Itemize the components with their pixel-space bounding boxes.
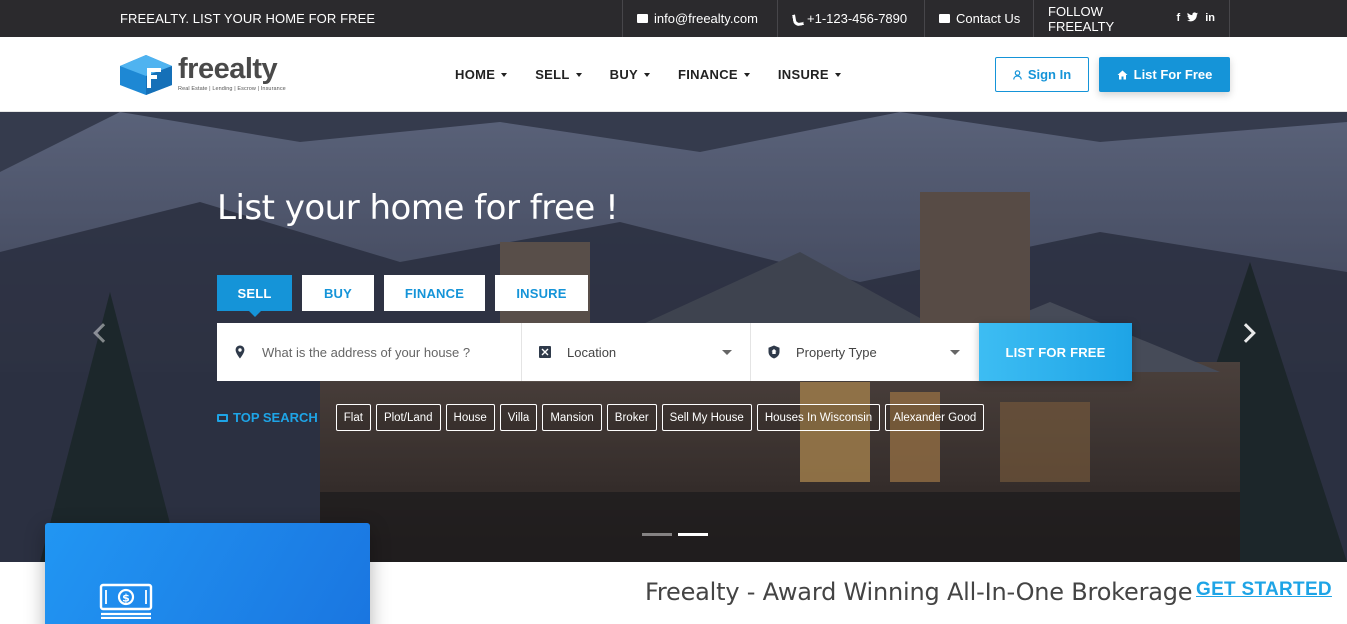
list-for-free-label: List For Free xyxy=(1133,67,1213,82)
tab-finance[interactable]: FINANCE xyxy=(384,275,485,311)
menu-insure[interactable]: INSURE xyxy=(778,67,841,82)
tab-sell[interactable]: SELL xyxy=(217,275,292,317)
tab-insure[interactable]: INSURE xyxy=(495,275,588,311)
top-bar: FREEALTY. LIST YOUR HOME FOR FREE info@f… xyxy=(0,0,1347,37)
menu-finance[interactable]: FINANCE xyxy=(678,67,750,82)
address-field[interactable]: What is the address of your house ? xyxy=(217,323,522,381)
chip-plot-land[interactable]: Plot/Land xyxy=(375,404,441,431)
menu-buy[interactable]: BUY xyxy=(610,67,650,82)
menu-finance-label: FINANCE xyxy=(678,67,738,82)
list-for-free-search-button[interactable]: LIST FOR FREE xyxy=(979,323,1132,381)
award-headline: Freealty - Award Winning All-In-One Brok… xyxy=(645,578,1193,606)
feature-card[interactable]: $ xyxy=(45,523,370,624)
chevron-down-icon xyxy=(644,72,650,77)
linkedin-icon[interactable]: in xyxy=(1205,12,1215,25)
chip-flat[interactable]: Flat xyxy=(335,404,371,431)
contact-link[interactable]: Contact Us xyxy=(924,0,1034,37)
search-bar: What is the address of your house ? Loca… xyxy=(217,323,1132,381)
top-search: TOP SEARCH Flat Plot/Land House Villa Ma… xyxy=(217,404,985,431)
logo-subtitle: Real Estate | Lending | Escrow | Insuran… xyxy=(178,86,286,92)
list-for-free-button[interactable]: List For Free xyxy=(1099,57,1230,92)
phone-icon xyxy=(792,13,801,24)
top-search-icon xyxy=(217,413,228,422)
location-select[interactable]: Location xyxy=(522,323,751,381)
hero-section: List your home for free ! SELL BUY FINAN… xyxy=(0,112,1347,562)
menu-buy-label: BUY xyxy=(609,67,638,82)
get-started-link[interactable]: GET STARTED xyxy=(1196,579,1332,601)
carousel-dot-1[interactable] xyxy=(642,533,672,536)
menu-insure-label: INSURE xyxy=(777,67,829,82)
logo-wordmark: freealty xyxy=(178,53,278,85)
chevron-down-icon xyxy=(722,350,732,355)
chip-houses-in-wisconsin[interactable]: Houses In Wisconsin xyxy=(756,404,881,431)
chevron-down-icon xyxy=(950,350,960,355)
property-type-value: Property Type xyxy=(796,344,877,360)
contact-text: Contact Us xyxy=(956,11,1021,26)
phone-link[interactable]: +1-123-456-7890 xyxy=(777,0,921,37)
chip-broker[interactable]: Broker xyxy=(606,404,657,431)
address-placeholder: What is the address of your house ? xyxy=(262,344,471,360)
menu-sell[interactable]: SELL xyxy=(535,67,582,82)
chevron-down-icon xyxy=(575,72,582,77)
chevron-down-icon xyxy=(501,72,508,77)
chip-alexander-good[interactable]: Alexander Good xyxy=(885,404,985,431)
email-text: info@freealty.com xyxy=(654,11,758,26)
top-search-label: TOP SEARCH xyxy=(233,410,318,425)
property-type-select[interactable]: Property Type xyxy=(751,323,979,381)
sign-in-button[interactable]: Sign In xyxy=(995,57,1089,92)
main-menu: HOME SELL BUY FINANCE INSURE xyxy=(441,37,855,112)
main-navbar: freealty Real Estate | Lending | Escrow … xyxy=(0,37,1347,112)
map-pin-icon xyxy=(235,345,245,359)
money-icon: $ xyxy=(99,583,153,619)
menu-sell-label: SELL xyxy=(535,67,570,82)
carousel-indicators xyxy=(642,533,708,536)
chip-mansion[interactable]: Mansion xyxy=(542,404,602,431)
home-icon xyxy=(1117,70,1128,79)
map-icon xyxy=(539,346,551,358)
svg-text:$: $ xyxy=(122,592,130,605)
mail-icon xyxy=(939,14,950,23)
chevron-down-icon xyxy=(743,72,750,77)
top-tagline: FREEALTY. LIST YOUR HOME FOR FREE xyxy=(120,11,376,26)
follow-text: FOLLOW FREEALTY xyxy=(1048,3,1115,34)
follow-group: FOLLOW FREEALTY f in xyxy=(1033,0,1230,37)
phone-text: +1-123-456-7890 xyxy=(807,11,908,26)
menu-home-label: HOME xyxy=(455,67,496,82)
email-link[interactable]: info@freealty.com xyxy=(622,0,772,37)
shield-icon xyxy=(768,345,780,359)
user-icon xyxy=(1013,69,1022,80)
site-logo[interactable]: freealty Real Estate | Lending | Escrow … xyxy=(119,54,286,96)
sign-in-label: Sign In xyxy=(1027,67,1072,82)
chip-villa[interactable]: Villa xyxy=(499,404,538,431)
facebook-icon[interactable]: f xyxy=(1177,12,1181,25)
search-tabs: SELL BUY FINANCE INSURE xyxy=(217,275,588,317)
hero-title: List your home for free ! xyxy=(217,188,619,228)
email-icon xyxy=(637,14,648,23)
location-value: Location xyxy=(567,344,617,360)
top-search-label-group: TOP SEARCH xyxy=(217,410,318,425)
tab-buy[interactable]: BUY xyxy=(302,275,374,311)
chip-house[interactable]: House xyxy=(445,404,495,431)
chevron-down-icon xyxy=(834,72,841,77)
top-search-chips: Flat Plot/Land House Villa Mansion Broke… xyxy=(335,404,985,431)
carousel-dot-2[interactable] xyxy=(678,533,708,536)
logo-cube-icon xyxy=(120,55,172,95)
twitter-icon[interactable] xyxy=(1187,12,1199,25)
menu-home[interactable]: HOME xyxy=(455,67,508,82)
chip-sell-my-house[interactable]: Sell My House xyxy=(661,404,752,431)
